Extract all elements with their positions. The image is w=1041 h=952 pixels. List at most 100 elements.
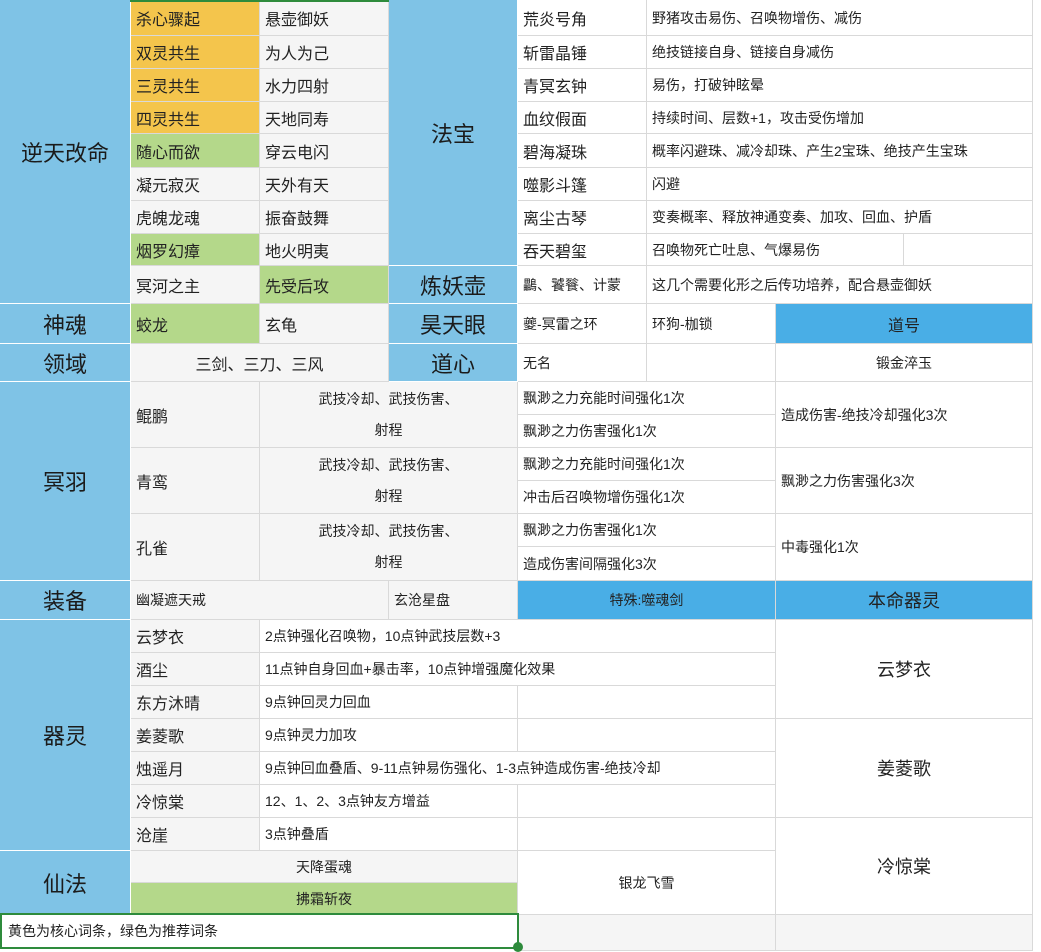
nitian-cell[interactable]: 为人为己 bbox=[260, 36, 389, 69]
section-fabao[interactable]: 法宝 bbox=[389, 0, 518, 266]
xianfa-cell[interactable]: 银龙飞雪 bbox=[518, 851, 776, 915]
qiling-desc[interactable]: 2点钟强化召唤物，10点钟武技层数+3 bbox=[260, 620, 776, 653]
qiling-name[interactable]: 姜菱歌 bbox=[131, 719, 260, 752]
qiling-name[interactable]: 东方沐晴 bbox=[131, 686, 260, 719]
fabao-name[interactable]: 斩雷晶锤 bbox=[518, 36, 647, 69]
qiling-desc[interactable]: 11点钟自身回血+暴击率，10点钟增强魔化效果 bbox=[260, 653, 776, 686]
section-lingyu[interactable]: 领域 bbox=[0, 344, 131, 382]
qiling-desc[interactable]: 3点钟叠盾 bbox=[260, 818, 518, 851]
xianfa-cell[interactable]: 天降蛋魂 bbox=[131, 851, 518, 883]
mingyu-name[interactable]: 鲲鹏 bbox=[131, 382, 260, 448]
nitian-cell[interactable]: 虎魄龙魂 bbox=[131, 201, 260, 234]
mingyu-strengthen[interactable]: 造成伤害间隔强化3次 bbox=[518, 547, 776, 581]
nitian-cell[interactable]: 四灵共生 bbox=[131, 102, 260, 134]
mingyu-extra[interactable]: 中毒强化1次 bbox=[776, 514, 1033, 581]
zhuangbei-special[interactable]: 特殊:噬魂剑 bbox=[518, 581, 776, 620]
empty-cell[interactable] bbox=[518, 818, 776, 851]
zhuangbei-plate[interactable]: 玄沧星盘 bbox=[389, 581, 518, 620]
fabao-desc[interactable]: 野猪攻击易伤、召唤物增伤、减伤 bbox=[647, 0, 1033, 36]
qiling-desc[interactable]: 9点钟回血叠盾、9-11点钟易伤强化、1-3点钟造成伤害-绝技冷却 bbox=[260, 752, 776, 785]
mingyu-strengthen[interactable]: 飘渺之力伤害强化1次 bbox=[518, 415, 776, 448]
fabao-desc[interactable]: 持续时间、层数+1，攻击受伤增加 bbox=[647, 102, 1033, 134]
benming-item[interactable]: 云梦衣 bbox=[776, 620, 1033, 719]
lianyaohu-desc[interactable]: 这几个需要化形之后传功培养，配合悬壶御妖 bbox=[647, 266, 1033, 304]
fabao-desc[interactable]: 闪避 bbox=[647, 168, 1033, 201]
qiling-desc[interactable]: 12、1、2、3点钟友方增益 bbox=[260, 785, 518, 818]
nitian-cell[interactable]: 三灵共生 bbox=[131, 69, 260, 102]
shenhun-cell[interactable]: 蛟龙 bbox=[131, 304, 260, 344]
nitian-cell[interactable]: 悬壶御妖 bbox=[260, 0, 389, 36]
fabao-desc[interactable]: 变奏概率、释放神通变奏、加攻、回血、护盾 bbox=[647, 201, 1033, 234]
nitian-cell[interactable]: 冥河之主 bbox=[131, 266, 260, 304]
qiling-name[interactable]: 沧崖 bbox=[131, 818, 260, 851]
daohao-value[interactable]: 锻金淬玉 bbox=[776, 344, 1033, 382]
legend-note[interactable]: 黄色为核心词条，绿色为推荐词条 bbox=[0, 913, 519, 949]
daohao-header[interactable]: 道号 bbox=[776, 304, 1033, 344]
section-zhuangbei[interactable]: 装备 bbox=[0, 581, 131, 620]
empty-cell[interactable] bbox=[518, 785, 776, 818]
benming-item[interactable]: 冷惊棠 bbox=[776, 818, 1033, 915]
qiling-desc[interactable]: 9点钟回灵力回血 bbox=[260, 686, 518, 719]
empty-cell[interactable] bbox=[518, 719, 776, 752]
nitian-cell[interactable]: 随心而欲 bbox=[131, 134, 260, 168]
lianyaohu-pets[interactable]: 鸓、饕餮、计蒙 bbox=[518, 266, 647, 304]
section-haotianyan[interactable]: 昊天眼 bbox=[389, 304, 518, 344]
section-qiling[interactable]: 器灵 bbox=[0, 620, 131, 851]
zhuangbei-ring[interactable]: 幽凝遮天戒 bbox=[131, 581, 389, 620]
nitian-cell[interactable]: 水力四射 bbox=[260, 69, 389, 102]
mingyu-base[interactable]: 武技冷却、武技伤害、 射程 bbox=[260, 382, 518, 448]
nitian-cell[interactable]: 地火明夷 bbox=[260, 234, 389, 266]
qiling-name[interactable]: 云梦衣 bbox=[131, 620, 260, 653]
qiling-name[interactable]: 烛遥月 bbox=[131, 752, 260, 785]
section-mingyu[interactable]: 冥羽 bbox=[0, 382, 131, 581]
fabao-desc[interactable]: 概率闪避珠、减冷却珠、产生2宝珠、绝技产生宝珠 bbox=[647, 134, 1033, 168]
nitian-cell[interactable]: 先受后攻 bbox=[260, 266, 389, 304]
empty-cell[interactable] bbox=[904, 234, 1033, 266]
mingyu-extra[interactable]: 造成伤害-绝技冷却强化3次 bbox=[776, 382, 1033, 448]
empty-cell[interactable] bbox=[776, 915, 1033, 951]
mingyu-strengthen[interactable]: 飘渺之力充能时间强化1次 bbox=[518, 382, 776, 415]
mingyu-base[interactable]: 武技冷却、武技伤害、 射程 bbox=[260, 448, 518, 514]
xianfa-cell[interactable]: 拂霜斩夜 bbox=[131, 883, 518, 915]
section-lianyaohu[interactable]: 炼妖壶 bbox=[389, 266, 518, 304]
section-shenhun[interactable]: 神魂 bbox=[0, 304, 131, 344]
qiling-name[interactable]: 酒尘 bbox=[131, 653, 260, 686]
nitian-cell[interactable]: 凝元寂灭 bbox=[131, 168, 260, 201]
fabao-name[interactable]: 荒炎号角 bbox=[518, 0, 647, 36]
mingyu-name[interactable]: 青鸾 bbox=[131, 448, 260, 514]
fabao-name[interactable]: 吞天碧玺 bbox=[518, 234, 647, 266]
fabao-name[interactable]: 碧海凝珠 bbox=[518, 134, 647, 168]
fabao-name[interactable]: 青冥玄钟 bbox=[518, 69, 647, 102]
nitian-cell[interactable]: 天外有天 bbox=[260, 168, 389, 201]
haotianyan-cell[interactable]: 环狗-枷锁 bbox=[647, 304, 776, 344]
lingyu-value[interactable]: 三剑、三刀、三风 bbox=[131, 344, 389, 382]
benming-header[interactable]: 本命器灵 bbox=[776, 581, 1033, 620]
mingyu-name[interactable]: 孔雀 bbox=[131, 514, 260, 581]
section-xianfa[interactable]: 仙法 bbox=[0, 851, 131, 915]
daoxin-value[interactable]: 无名 bbox=[518, 344, 647, 382]
haotianyan-cell[interactable]: 夔-冥雷之环 bbox=[518, 304, 647, 344]
fabao-desc[interactable]: 易伤，打破钟眩晕 bbox=[647, 69, 1033, 102]
fabao-name[interactable]: 噬影斗篷 bbox=[518, 168, 647, 201]
mingyu-base[interactable]: 武技冷却、武技伤害、 射程 bbox=[260, 514, 518, 581]
fabao-name[interactable]: 血纹假面 bbox=[518, 102, 647, 134]
fabao-desc[interactable]: 绝技链接自身、链接自身减伤 bbox=[647, 36, 1033, 69]
nitian-cell[interactable]: 穿云电闪 bbox=[260, 134, 389, 168]
nitian-cell[interactable]: 振奋鼓舞 bbox=[260, 201, 389, 234]
section-daoxin[interactable]: 道心 bbox=[389, 344, 518, 382]
shenhun-cell[interactable]: 玄龟 bbox=[260, 304, 389, 344]
mingyu-strengthen[interactable]: 飘渺之力伤害强化1次 bbox=[518, 514, 776, 547]
qiling-desc[interactable]: 9点钟灵力加攻 bbox=[260, 719, 518, 752]
qiling-name[interactable]: 冷惊棠 bbox=[131, 785, 260, 818]
mingyu-extra[interactable]: 飘渺之力伤害强化3次 bbox=[776, 448, 1033, 514]
mingyu-strengthen[interactable]: 冲击后召唤物增伤强化1次 bbox=[518, 481, 776, 514]
nitian-cell[interactable]: 天地同寿 bbox=[260, 102, 389, 134]
benming-item[interactable]: 姜菱歌 bbox=[776, 719, 1033, 818]
empty-cell[interactable] bbox=[518, 915, 776, 951]
nitian-cell[interactable]: 杀心骤起 bbox=[131, 0, 260, 36]
empty-cell[interactable] bbox=[647, 344, 776, 382]
nitian-cell[interactable]: 双灵共生 bbox=[131, 36, 260, 69]
nitian-cell[interactable]: 烟罗幻瘴 bbox=[131, 234, 260, 266]
fabao-name[interactable]: 离尘古琴 bbox=[518, 201, 647, 234]
section-nitian[interactable]: 逆天改命 bbox=[0, 0, 131, 304]
